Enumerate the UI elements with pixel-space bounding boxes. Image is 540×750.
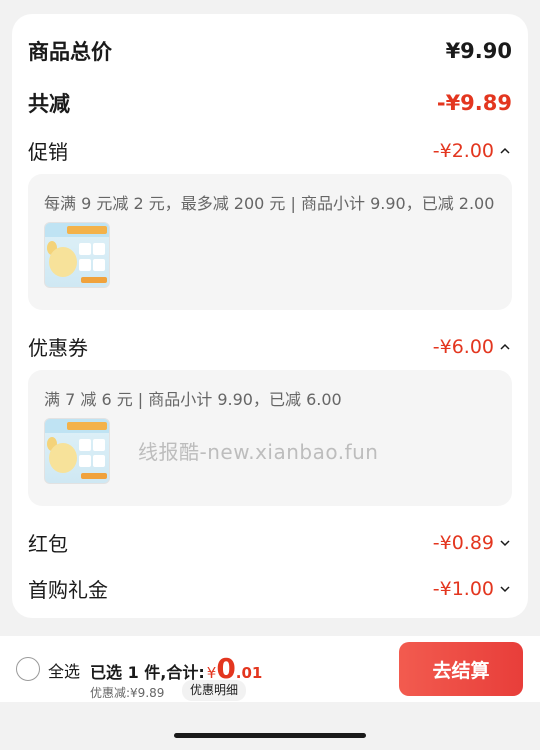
total-price-value: ¥9.90 bbox=[445, 39, 512, 63]
first-purchase-gift-value: -¥1.00 bbox=[432, 577, 494, 600]
chevron-up-icon[interactable] bbox=[498, 144, 512, 158]
first-purchase-gift-label: 首购礼金 bbox=[28, 578, 108, 602]
total-price-row: 商品总价 ¥9.90 bbox=[28, 36, 512, 66]
total-decimal: .01 bbox=[235, 664, 263, 682]
watermark-text: 线报酷-new.xianbao.fun bbox=[138, 440, 379, 464]
total-discount-value: -¥9.89 bbox=[436, 91, 512, 115]
order-summary-card: 商品总价 ¥9.90 共减 -¥9.89 促销 -¥2.00 每满 9 元减 2… bbox=[12, 14, 528, 618]
promo-row[interactable]: 促销 -¥2.00 bbox=[28, 136, 512, 165]
promo-detail-panel: 每满 9 元减 2 元，最多减 200 元 | 商品小计 9.90，已减 2.0… bbox=[28, 174, 512, 310]
chevron-down-icon[interactable] bbox=[498, 582, 512, 596]
promo-amount[interactable]: -¥2.00 bbox=[433, 140, 512, 162]
coupon-value: -¥6.00 bbox=[432, 335, 494, 358]
coupon-label: 优惠券 bbox=[28, 336, 88, 360]
chevron-up-icon[interactable] bbox=[498, 340, 512, 354]
product-thumbnail[interactable] bbox=[44, 418, 110, 484]
promo-value: -¥2.00 bbox=[432, 139, 494, 162]
red-packet-label: 红包 bbox=[28, 532, 68, 556]
discount-detail-button[interactable]: 优惠明细 bbox=[182, 680, 247, 701]
coupon-description: 满 7 减 6 元 | 商品小计 9.90，已减 6.00 bbox=[44, 390, 342, 409]
saved-amount: 优惠减:¥9.89 bbox=[90, 686, 165, 700]
select-all-checkbox[interactable] bbox=[16, 657, 40, 681]
red-packet-amount[interactable]: -¥0.89 bbox=[433, 532, 512, 554]
red-packet-value: -¥0.89 bbox=[432, 531, 494, 554]
checkout-button[interactable]: 去结算 bbox=[399, 642, 523, 696]
total-price-label: 商品总价 bbox=[28, 40, 112, 64]
select-all-label[interactable]: 全选 bbox=[48, 658, 80, 682]
coupon-row[interactable]: 优惠券 -¥6.00 bbox=[28, 332, 512, 361]
selected-count-text: 已选 1 件,合计: bbox=[90, 663, 205, 682]
promo-label: 促销 bbox=[28, 140, 68, 164]
product-thumbnail[interactable] bbox=[44, 222, 110, 288]
coupon-amount[interactable]: -¥6.00 bbox=[433, 336, 512, 358]
first-purchase-gift-row[interactable]: 首购礼金 -¥1.00 bbox=[28, 574, 512, 603]
checkout-bar: 全选 已选 1 件,合计: ¥ 0 .01 优惠减:¥9.89 优惠明细 去结算 bbox=[0, 636, 540, 702]
first-purchase-gift-amount[interactable]: -¥1.00 bbox=[433, 578, 512, 600]
promo-description: 每满 9 元减 2 元，最多减 200 元 | 商品小计 9.90，已减 2.0… bbox=[44, 194, 495, 213]
total-discount-row: 共减 -¥9.89 bbox=[28, 88, 512, 118]
chevron-down-icon[interactable] bbox=[498, 536, 512, 550]
total-discount-label: 共减 bbox=[28, 92, 70, 116]
home-indicator[interactable] bbox=[174, 733, 366, 738]
red-packet-row[interactable]: 红包 -¥0.89 bbox=[28, 528, 512, 557]
